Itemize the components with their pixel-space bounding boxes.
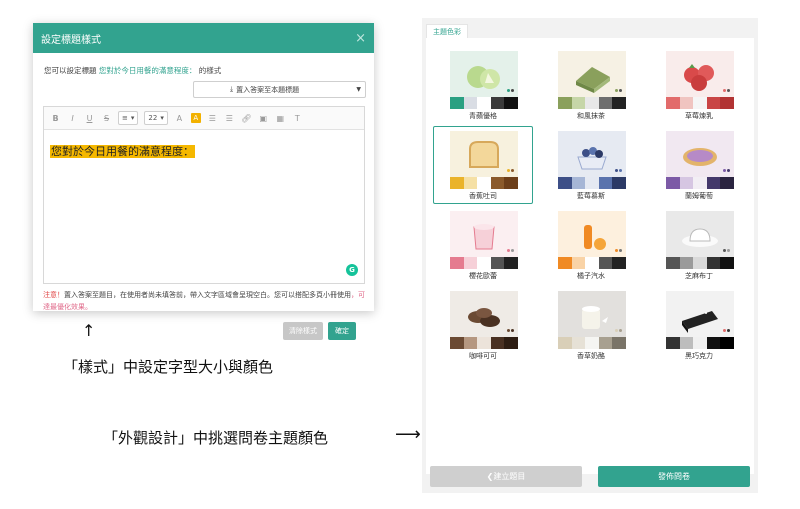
- theme-card[interactable]: 草莓煉乳: [649, 46, 749, 124]
- back-to-questions-button[interactable]: ❮建立題目: [430, 466, 582, 487]
- theme-swatches: [666, 97, 734, 109]
- theme-swatches: [450, 97, 518, 109]
- theme-dots: [507, 329, 514, 332]
- theme-swatches: [558, 177, 626, 189]
- theme-card[interactable]: 芝麻布丁: [649, 206, 749, 284]
- chevron-down-icon: ▾: [160, 114, 164, 122]
- theme-swatches: [666, 177, 734, 189]
- arrow-right-icon: ⟶: [395, 424, 421, 445]
- theme-dots: [615, 249, 622, 252]
- theme-name: 和風抹茶: [577, 112, 605, 120]
- highlighted-title-text: 您對於今日用餐的滿意程度：: [50, 145, 195, 158]
- note-text: 置入答案至題目，在使用者尚未填答前，帶入文字區域會呈現空白。您可以搭配多頁小冊使…: [64, 291, 351, 299]
- insert-note: 注意！置入答案至題目，在使用者尚未填答前，帶入文字區域會呈現空白。您可以搭配多頁…: [43, 289, 368, 313]
- chevron-down-icon: ▼: [356, 86, 361, 93]
- clear-format-icon[interactable]: T: [292, 114, 303, 123]
- theme-swatches: [450, 257, 518, 269]
- download-icon: ⤓: [230, 85, 234, 93]
- theme-card[interactable]: 青蘋優格: [433, 46, 533, 124]
- align-dropdown[interactable]: ≡ ▾: [118, 111, 139, 125]
- link-icon[interactable]: 🔗︎: [241, 114, 252, 123]
- theme-list: 青蘋優格 和風抹茶 草莓煉乳香蕉吐司 藍莓慕斯 蘭姆葡萄櫻花歐蕾 橘子汽水 芝麻布丁咖啡可可…: [426, 38, 754, 474]
- theme-dots: [723, 89, 730, 92]
- align-left-icon: ≡: [122, 114, 128, 122]
- image-icon[interactable]: ▣: [258, 114, 269, 123]
- theme-card[interactable]: 和風抹茶: [541, 46, 641, 124]
- dialog-buttons: 清除樣式 確定: [283, 322, 356, 340]
- theme-name: 香草奶酪: [577, 352, 605, 360]
- dialog-intro: 您可以設定標題 您對於今日用餐的滿意程度： 的樣式: [44, 66, 222, 75]
- theme-name: 藍莓慕斯: [577, 192, 605, 200]
- theme-panel: 主題色彩 青蘋優格 和風抹茶 草莓煉乳香蕉吐司 藍莓慕斯 蘭姆葡萄櫻花歐蕾 橘子汽水 芝麻布…: [422, 18, 758, 493]
- font-size-value: 22: [148, 114, 158, 122]
- footer-buttons: ❮建立題目 發佈問卷: [430, 466, 750, 487]
- unordered-list-icon[interactable]: ☰: [224, 114, 235, 123]
- theme-swatches: [450, 177, 518, 189]
- ordered-list-icon[interactable]: ☰: [207, 114, 218, 123]
- editor-toolbar: B I U S ≡ ▾ 22 ▾ A A ☰ ☰ 🔗︎ ▣ ▦ T: [44, 107, 364, 130]
- theme-dots: [507, 89, 514, 92]
- theme-name: 芝麻布丁: [685, 272, 713, 280]
- question-title-highlight: 您對於今日用餐的滿意程度：: [98, 66, 197, 75]
- publish-survey-button[interactable]: 發佈問卷: [598, 466, 750, 487]
- dialog-header: 設定標題樣式 ×: [33, 23, 374, 53]
- table-icon[interactable]: ▦: [275, 114, 286, 123]
- theme-name: 咖啡可可: [469, 352, 497, 360]
- theme-card[interactable]: 香蕉吐司: [433, 126, 533, 204]
- style-caption: 「樣式」中設定字型大小與顏色: [63, 358, 274, 376]
- theme-dots: [615, 169, 622, 172]
- theme-name: 蘭姆葡萄: [685, 192, 713, 200]
- theme-card[interactable]: 櫻花歐蕾: [433, 206, 533, 284]
- theme-dots: [507, 169, 514, 172]
- theme-card[interactable]: 橘子汽水: [541, 206, 641, 284]
- theme-swatches: [666, 337, 734, 349]
- theme-swatches: [558, 97, 626, 109]
- theme-swatches: [450, 337, 518, 349]
- theme-grid: 青蘋優格 和風抹茶 草莓煉乳香蕉吐司 藍莓慕斯 蘭姆葡萄櫻花歐蕾 橘子汽水 芝麻布丁咖啡可可…: [433, 46, 749, 364]
- theme-swatches: [558, 337, 626, 349]
- theme-dots: [615, 89, 622, 92]
- chevron-down-icon: ▾: [130, 114, 135, 122]
- grammarly-icon[interactable]: G: [346, 264, 358, 276]
- close-icon[interactable]: ×: [355, 31, 366, 46]
- background-color-icon[interactable]: A: [190, 113, 201, 123]
- theme-swatches: [666, 257, 734, 269]
- theme-dots: [507, 249, 514, 252]
- text-color-icon[interactable]: A: [174, 114, 185, 123]
- underline-icon[interactable]: U: [84, 114, 95, 123]
- theme-dots: [723, 329, 730, 332]
- italic-icon[interactable]: I: [67, 114, 78, 123]
- theme-dots: [723, 169, 730, 172]
- rich-text-editor[interactable]: B I U S ≡ ▾ 22 ▾ A A ☰ ☰ 🔗︎ ▣ ▦ T 您對於今日用…: [43, 106, 365, 284]
- theme-name: 櫻花歐蕾: [469, 272, 497, 280]
- font-size-dropdown[interactable]: 22 ▾: [144, 111, 168, 125]
- editor-content[interactable]: 您對於今日用餐的滿意程度：: [50, 143, 195, 159]
- theme-name: 青蘋優格: [469, 112, 497, 120]
- theme-swatches: [558, 257, 626, 269]
- theme-card[interactable]: 咖啡可可: [433, 286, 533, 364]
- note-warning: 注意！: [43, 291, 64, 299]
- confirm-button[interactable]: 確定: [328, 322, 356, 340]
- theme-card[interactable]: 蘭姆葡萄: [649, 126, 749, 204]
- theme-card[interactable]: 香草奶酪: [541, 286, 641, 364]
- dialog-title: 設定標題樣式: [41, 34, 101, 46]
- strikethrough-icon[interactable]: S: [101, 114, 112, 123]
- theme-card[interactable]: 黑巧克力: [649, 286, 749, 364]
- theme-name: 橘子汽水: [577, 272, 605, 280]
- insert-answer-label: 置入答案至本題標題: [236, 85, 300, 94]
- theme-card[interactable]: 藍莓慕斯: [541, 126, 641, 204]
- theme-name: 草莓煉乳: [685, 112, 713, 120]
- theme-name: 香蕉吐司: [469, 192, 497, 200]
- theme-dots: [723, 249, 730, 252]
- theme-dots: [615, 329, 622, 332]
- bold-icon[interactable]: B: [50, 114, 61, 123]
- theme-caption: 「外觀設計」中挑選問卷主題顏色: [103, 429, 329, 447]
- arrow-up-icon: ↑: [82, 321, 96, 340]
- style-dialog: 設定標題樣式 × 您可以設定標題 您對於今日用餐的滿意程度： 的樣式 ⤓ 置入答…: [33, 23, 374, 311]
- insert-answer-select[interactable]: ⤓ 置入答案至本題標題 ▼: [193, 81, 366, 98]
- clear-style-button[interactable]: 清除樣式: [283, 322, 323, 340]
- theme-name: 黑巧克力: [685, 352, 713, 360]
- tab-theme-colors[interactable]: 主題色彩: [426, 24, 468, 38]
